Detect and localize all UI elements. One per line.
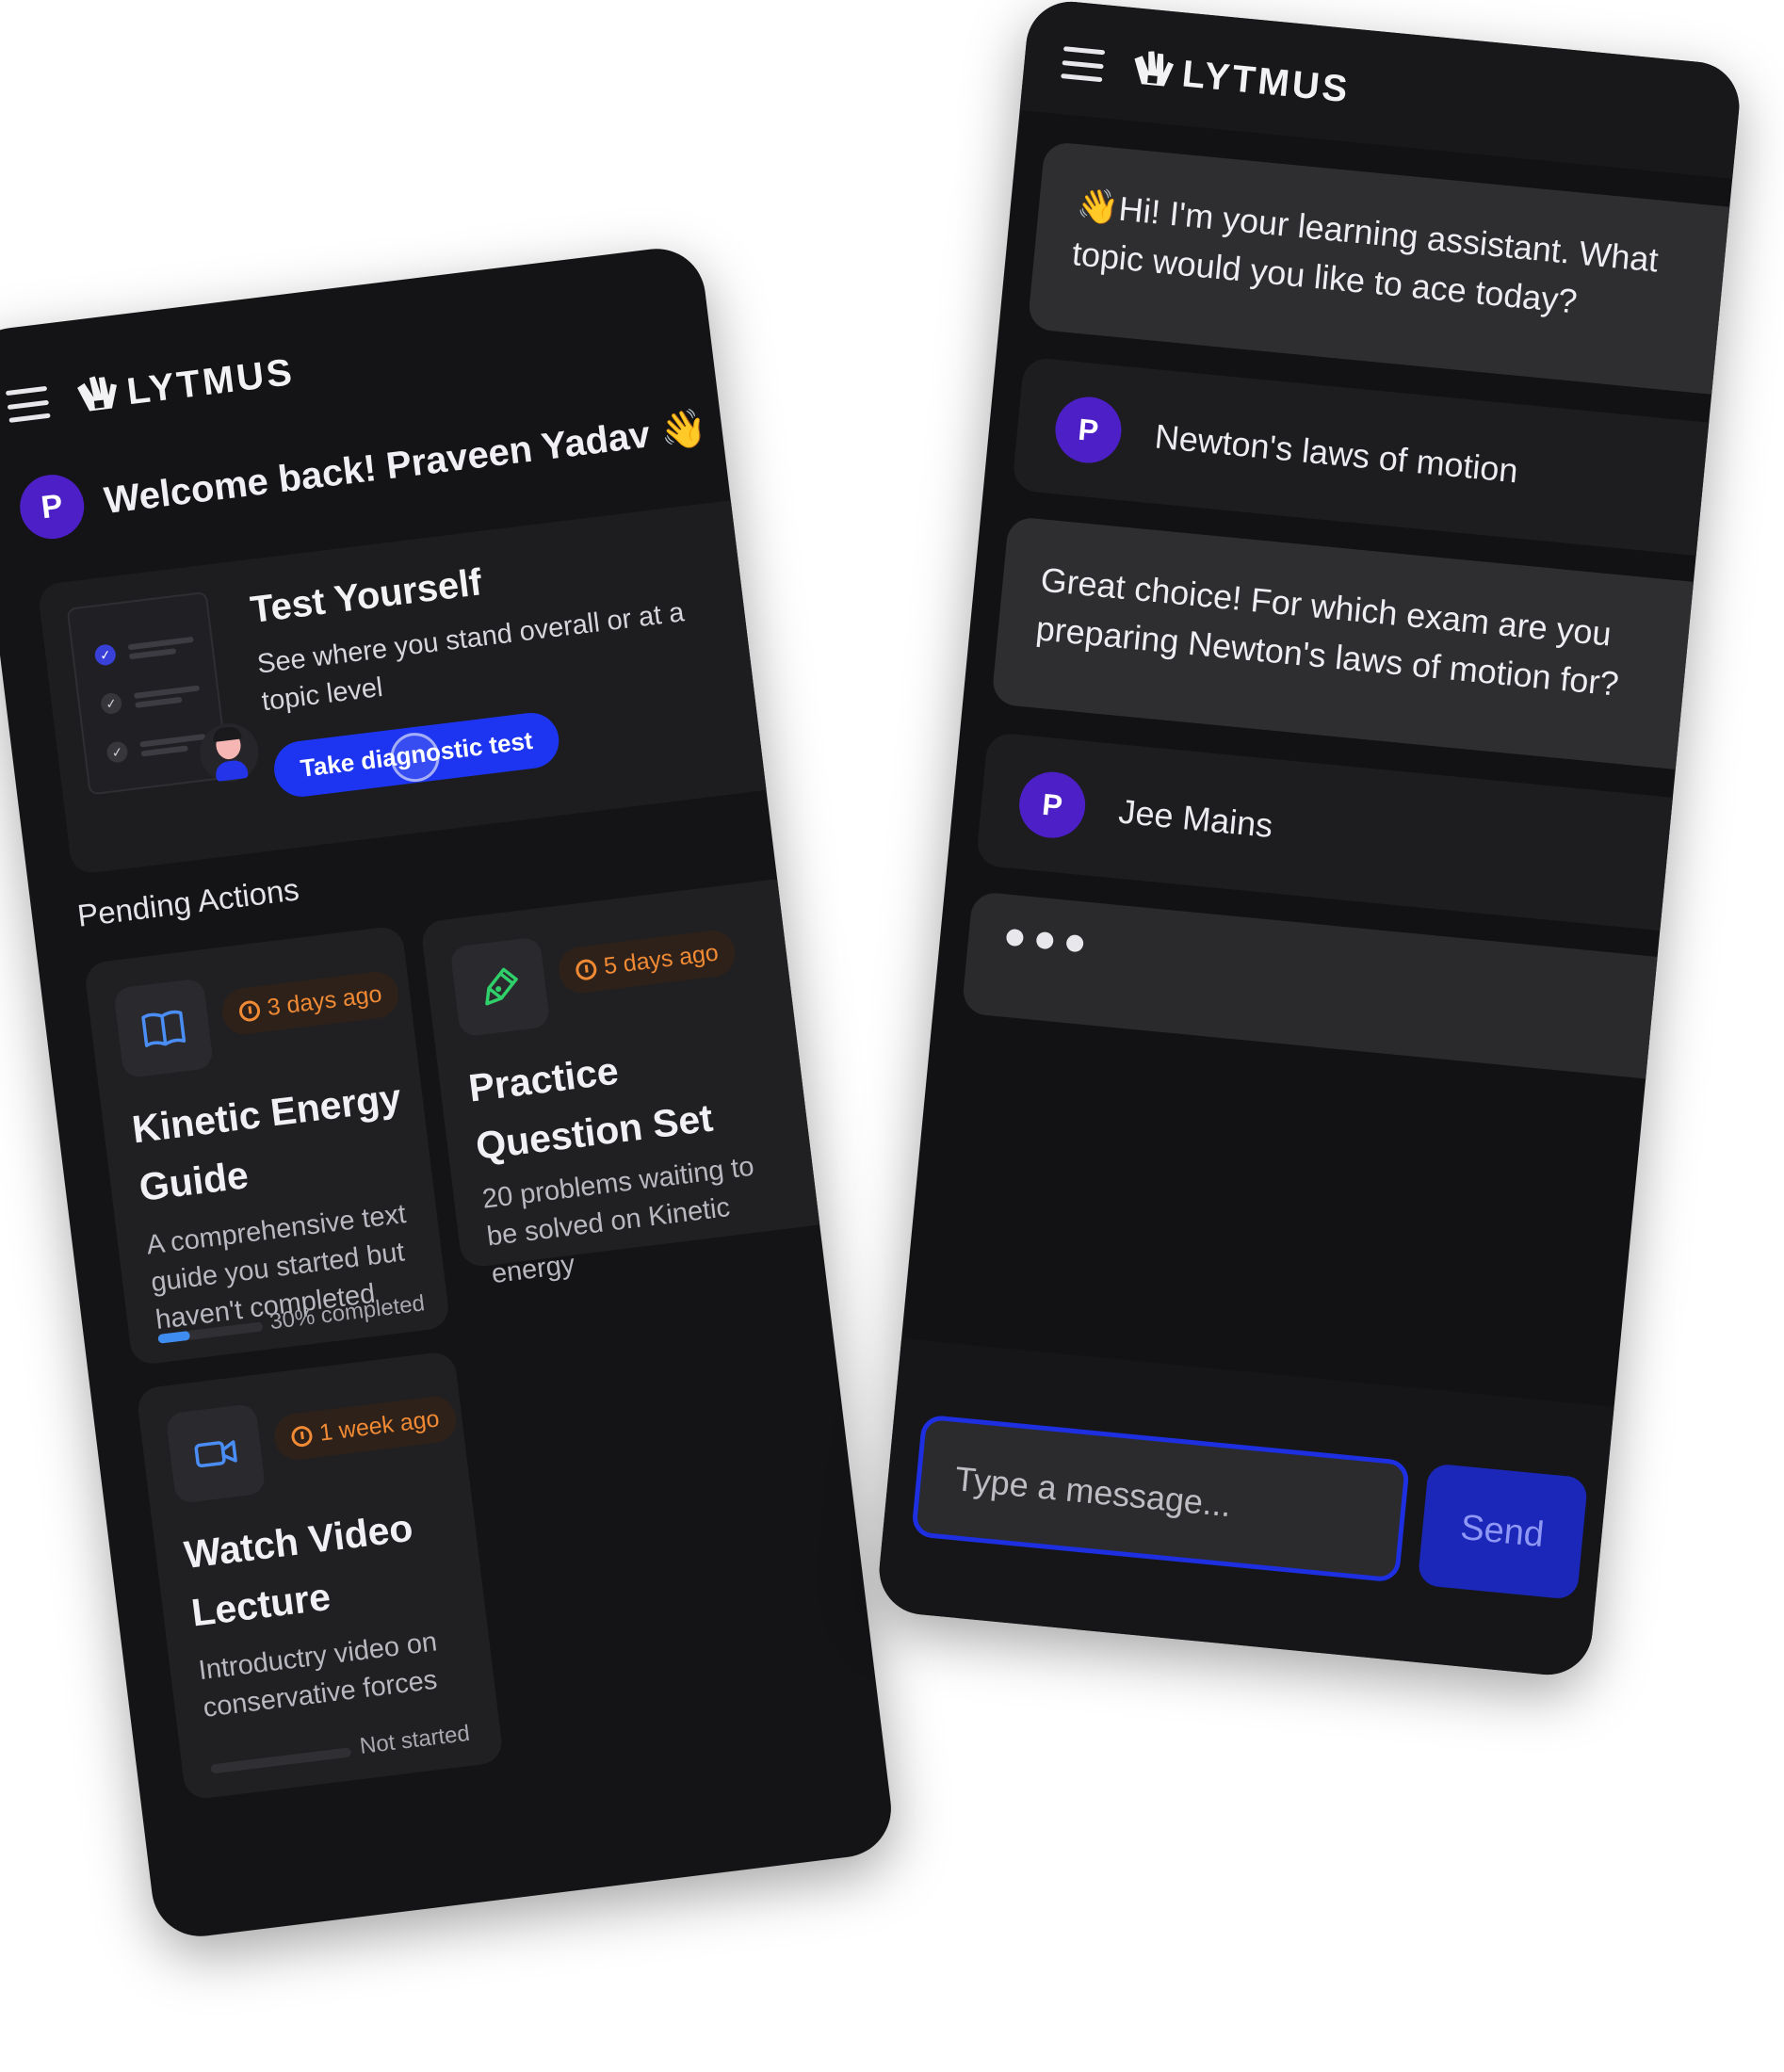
chat-app-header: LYTMUS	[1057, 10, 1354, 141]
assistant-message: Great choice! For which exam are you pre…	[991, 515, 1722, 772]
pending-actions-heading: Pending Actions	[75, 871, 301, 933]
logo-text: LYTMUS	[124, 350, 298, 413]
dashboard-header: LYTMUS	[1, 320, 300, 459]
time-badge: 3 days ago	[219, 969, 402, 1037]
avatar: P	[1015, 769, 1089, 841]
time-badge: 5 days ago	[556, 928, 738, 996]
action-card-video-lecture[interactable]: 1 week ago Watch Video Lecture Introduct…	[136, 1350, 505, 1801]
action-title: Kinetic Energy Guide	[129, 1075, 404, 1209]
logo-text: LYTMUS	[1180, 52, 1353, 110]
chat-composer: Send	[875, 1337, 1614, 1679]
lytmus-logo: LYTMUS	[1126, 45, 1352, 113]
typing-dot	[1035, 931, 1055, 950]
clock-icon	[237, 998, 262, 1023]
user-message-text: Jee Mains	[1116, 791, 1275, 846]
pen-icon	[449, 936, 551, 1038]
book-icon	[113, 978, 215, 1079]
clock-icon	[575, 957, 598, 981]
typing-dot	[1005, 928, 1025, 947]
chat-screen: LYTMUS 👋Hi! I'm your learning assistant.…	[875, 0, 1743, 1679]
send-button[interactable]: Send	[1417, 1463, 1589, 1600]
message-input[interactable]	[911, 1414, 1411, 1583]
avatar[interactable]: P	[16, 471, 89, 542]
take-diagnostic-test-button[interactable]: Take diagnostic test	[270, 709, 562, 801]
progress-status: Not started	[358, 1720, 472, 1759]
dashboard-screen: LYTMUS P Welcome back! Praveen Yadav 👋 ✓…	[0, 243, 897, 1942]
hamburger-menu-icon[interactable]	[5, 385, 51, 423]
logo-hand-icon	[1134, 51, 1175, 87]
time-badge: 1 week ago	[271, 1394, 460, 1463]
user-message-text: Newton's laws of motion	[1153, 416, 1520, 491]
avatar: P	[1052, 394, 1125, 466]
assistant-message: 👋Hi! I'm your learning assistant. What t…	[1027, 140, 1743, 397]
progress-fill	[210, 1764, 212, 1774]
progress-bar	[210, 1747, 352, 1774]
clock-icon	[290, 1424, 314, 1448]
typing-dot	[1065, 933, 1084, 953]
logo-hand-icon	[77, 376, 117, 412]
action-card-kinetic-energy[interactable]: 3 days ago Kinetic Energy Guide A compre…	[83, 925, 451, 1367]
test-yourself-card: ✓ ✓ ✓ Test Yourself See where you stand …	[37, 498, 784, 876]
action-card-practice-questions[interactable]: 5 days ago Practice Question Set 20 prob…	[419, 877, 837, 1289]
action-title: Watch Video Lecture	[182, 1505, 415, 1635]
hamburger-menu-icon[interactable]	[1061, 46, 1106, 83]
video-camera-icon	[165, 1402, 267, 1504]
lytmus-logo: LYTMUS	[70, 348, 297, 422]
